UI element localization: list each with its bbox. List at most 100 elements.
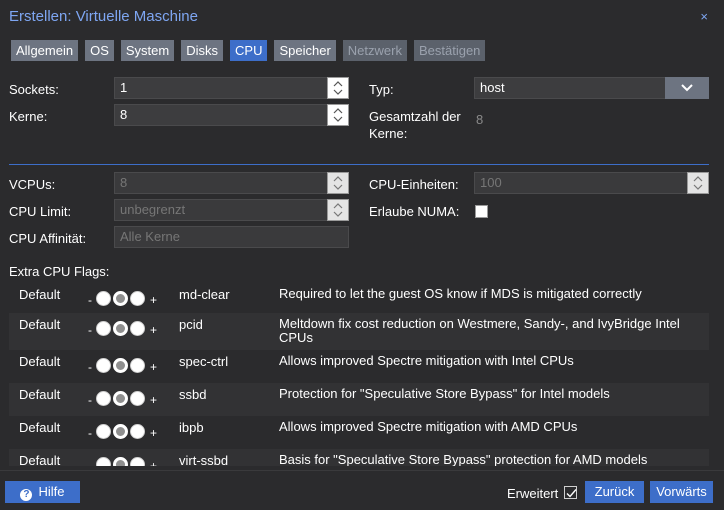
advanced-checkbox[interactable] (564, 486, 577, 499)
plus-label: + (150, 293, 158, 307)
cores-input[interactable]: 8 (114, 104, 349, 126)
flag-name: ssbd (179, 387, 207, 402)
plus-label: + (150, 459, 158, 466)
total-cores-value: 8 (476, 112, 484, 127)
tab-bar: Allgemein OS System Disks CPU Speicher N… (11, 40, 486, 61)
tristate-default[interactable] (113, 357, 128, 373)
type-label: Typ: (369, 82, 394, 97)
flag-state: Default (19, 354, 61, 369)
cpu-flags-grid: Default - + md-clear Required to let the… (9, 283, 709, 466)
tristate-toggle[interactable]: - + (88, 289, 157, 307)
tristate-on[interactable] (130, 357, 145, 373)
help-button[interactable]: ? Hilfe (5, 481, 80, 503)
tab-allgemein[interactable]: Allgemein (11, 40, 79, 61)
flag-state: Default (19, 287, 61, 302)
close-icon[interactable]: × (700, 9, 708, 24)
tristate-default[interactable] (113, 320, 128, 336)
back-button[interactable]: Zurück (585, 481, 644, 503)
plus-label: + (150, 323, 158, 337)
spinner-arrows-icon (333, 203, 343, 217)
affinity-input[interactable]: Alle Kerne (114, 226, 349, 248)
tristate-toggle[interactable]: - + (88, 356, 157, 374)
type-value: host (480, 80, 505, 95)
vcpus-spinner[interactable] (327, 172, 349, 194)
vcpus-input[interactable]: 8 (114, 172, 349, 194)
sockets-input[interactable]: 1 (114, 77, 349, 99)
table-row: Default - + pcid Meltdown fix cost reduc… (9, 313, 709, 350)
tristate-on[interactable] (130, 390, 145, 406)
help-label: Hilfe (38, 484, 65, 499)
plus-label: + (150, 360, 158, 374)
sockets-spinner[interactable] (327, 77, 349, 99)
minus-label: - (88, 426, 92, 440)
tristate-default[interactable] (113, 456, 128, 466)
sockets-value: 1 (120, 80, 128, 95)
numa-checkbox[interactable] (475, 205, 488, 218)
flag-description: Allows improved Spectre mitigation with … (279, 353, 574, 368)
tab-netzwerk: Netzwerk (342, 40, 407, 61)
tab-speicher[interactable]: Speicher (274, 40, 336, 61)
minus-label: - (88, 323, 92, 337)
cores-value: 8 (120, 107, 128, 122)
tristate-off[interactable] (96, 423, 111, 439)
tristate-default[interactable] (113, 390, 128, 406)
minus-label: - (88, 393, 92, 407)
tab-disks[interactable]: Disks (181, 40, 224, 61)
tristate-toggle[interactable]: - + (88, 319, 157, 337)
type-select[interactable]: host (474, 77, 709, 99)
tristate-on[interactable] (130, 290, 145, 306)
tristate-on[interactable] (130, 423, 145, 439)
minus-label: - (88, 360, 92, 374)
flag-name: md-clear (179, 287, 230, 302)
tristate-off[interactable] (96, 290, 111, 306)
tristate-default[interactable] (113, 423, 128, 439)
tab-cpu[interactable]: CPU (230, 40, 268, 61)
type-dropdown-button[interactable] (665, 77, 709, 99)
total-cores-label-line2: Kerne: (369, 126, 408, 141)
cpu-limit-label: CPU Limit: (9, 204, 72, 219)
tristate-off[interactable] (96, 357, 111, 373)
spinner-arrows-icon (333, 108, 343, 122)
tristate-on[interactable] (130, 320, 145, 336)
cpu-units-spinner[interactable] (687, 172, 709, 194)
tristate-default[interactable] (113, 290, 128, 306)
cpu-units-label: CPU-Einheiten: (369, 177, 459, 192)
tristate-on[interactable] (130, 456, 145, 466)
spinner-arrows-icon (333, 81, 343, 95)
table-row: Default - + md-clear Required to let the… (9, 283, 709, 313)
minus-label: - (88, 459, 92, 466)
affinity-placeholder: Alle Kerne (120, 229, 180, 244)
plus-label: + (150, 426, 158, 440)
tab-bestaetigen: Bestätigen (413, 40, 486, 61)
cores-spinner[interactable] (327, 104, 349, 126)
tristate-toggle[interactable]: - + (88, 389, 157, 407)
flag-name: pcid (179, 317, 203, 332)
total-cores-label-line1: Gesamtzahl der (369, 109, 461, 124)
tristate-off[interactable] (96, 320, 111, 336)
flag-description: Allows improved Spectre mitigation with … (279, 419, 578, 434)
cpu-units-input[interactable]: 100 (474, 172, 709, 194)
cpu-limit-spinner[interactable] (327, 199, 349, 221)
dialog-footer: ? Hilfe Erweitert Zurück Vorwärts (0, 470, 724, 510)
cpu-limit-placeholder: unbegrenzt (120, 202, 186, 217)
tab-os[interactable]: OS (85, 40, 114, 61)
tab-system[interactable]: System (120, 40, 175, 61)
cpu-units-placeholder: 100 (480, 175, 502, 190)
flag-state: Default (19, 317, 61, 332)
tristate-toggle[interactable]: - + (88, 455, 157, 466)
next-button[interactable]: Vorwärts (650, 481, 713, 503)
vcpus-label: VCPUs: (9, 177, 56, 192)
flag-state: Default (19, 453, 61, 466)
tristate-off[interactable] (96, 390, 111, 406)
affinity-label: CPU Affinität: (9, 231, 87, 246)
cpu-limit-input[interactable]: unbegrenzt (114, 199, 349, 221)
flag-name: ibpb (179, 420, 204, 435)
flag-state: Default (19, 387, 61, 402)
sockets-label: Sockets: (9, 82, 59, 97)
tristate-off[interactable] (96, 456, 111, 466)
window-titlebar: Erstellen: Virtuelle Maschine × (0, 0, 724, 34)
spinner-arrows-icon (693, 176, 703, 190)
table-row: Default - + virt-ssbd Basis for "Specula… (9, 449, 709, 466)
flag-name: virt-ssbd (179, 453, 229, 466)
tristate-toggle[interactable]: - + (88, 422, 157, 440)
